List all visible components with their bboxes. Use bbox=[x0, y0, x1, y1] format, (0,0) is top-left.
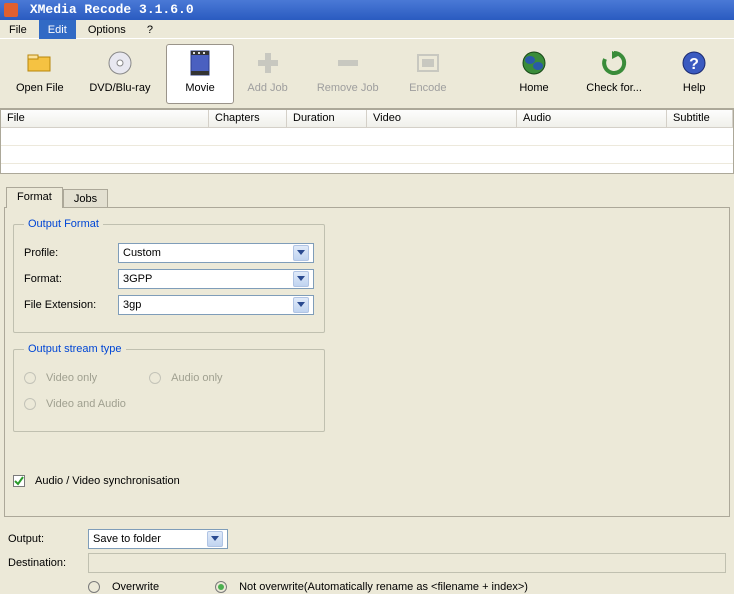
encode-button: Encode bbox=[394, 44, 462, 104]
refresh-icon bbox=[600, 49, 628, 77]
output-stream-legend: Output stream type bbox=[24, 343, 126, 355]
open-file-button[interactable]: Open File bbox=[6, 44, 74, 104]
chevron-down-icon bbox=[293, 245, 309, 261]
chevron-down-icon bbox=[207, 531, 223, 547]
format-combo[interactable]: 3GPP bbox=[118, 269, 314, 289]
menu-file[interactable]: File bbox=[0, 20, 36, 39]
video-only-radio bbox=[24, 372, 36, 384]
help-icon: ? bbox=[680, 49, 708, 77]
tab-body: Output Format Profile: Custom Format: 3G… bbox=[4, 207, 730, 517]
disc-icon bbox=[106, 49, 134, 77]
audio-only-label: Audio only bbox=[171, 372, 222, 384]
globe-icon bbox=[520, 49, 548, 77]
profile-combo[interactable]: Custom bbox=[118, 243, 314, 263]
bottom-panel: Output: Save to folder Destination: Over… bbox=[0, 517, 734, 594]
video-audio-radio bbox=[24, 398, 36, 410]
col-audio[interactable]: Audio bbox=[517, 110, 667, 127]
av-sync-label: Audio / Video synchronisation bbox=[35, 475, 180, 487]
file-list[interactable]: File Chapters Duration Video Audio Subti… bbox=[0, 109, 734, 174]
chevron-down-icon bbox=[293, 297, 309, 313]
col-file[interactable]: File bbox=[1, 110, 209, 127]
extension-label: File Extension: bbox=[24, 299, 112, 311]
destination-input[interactable] bbox=[88, 553, 726, 573]
check-update-button[interactable]: Check for... bbox=[568, 44, 661, 104]
tab-format[interactable]: Format bbox=[6, 187, 63, 208]
destination-label: Destination: bbox=[8, 557, 88, 569]
not-overwrite-label: Not overwrite(Automatically rename as <f… bbox=[239, 581, 528, 593]
video-audio-label: Video and Audio bbox=[46, 398, 126, 410]
output-label: Output: bbox=[8, 533, 88, 545]
home-button[interactable]: Home bbox=[500, 44, 568, 104]
menu-help[interactable]: ? bbox=[138, 20, 162, 39]
audio-only-radio bbox=[149, 372, 161, 384]
plus-icon bbox=[254, 49, 282, 77]
movie-icon bbox=[186, 49, 214, 77]
chevron-down-icon bbox=[293, 271, 309, 287]
col-video[interactable]: Video bbox=[367, 110, 517, 127]
toolbar: Open File DVD/Blu-ray Movie Add Job Remo… bbox=[0, 39, 734, 109]
list-row bbox=[1, 146, 733, 164]
help-button[interactable]: ? Help bbox=[660, 44, 728, 104]
col-chapters[interactable]: Chapters bbox=[209, 110, 287, 127]
extension-combo[interactable]: 3gp bbox=[118, 295, 314, 315]
title-bar: XMedia Recode 3.1.6.0 bbox=[0, 0, 734, 20]
menu-edit[interactable]: Edit bbox=[39, 20, 76, 39]
col-duration[interactable]: Duration bbox=[287, 110, 367, 127]
list-row bbox=[1, 128, 733, 146]
profile-label: Profile: bbox=[24, 247, 112, 259]
minus-icon bbox=[334, 49, 362, 77]
file-list-header: File Chapters Duration Video Audio Subti… bbox=[1, 110, 733, 128]
format-label: Format: bbox=[24, 273, 112, 285]
tab-strip: Format Jobs bbox=[6, 186, 734, 207]
output-stream-group: Output stream type Video only Audio only… bbox=[13, 343, 325, 432]
movie-button[interactable]: Movie bbox=[166, 44, 234, 104]
av-sync-checkbox[interactable] bbox=[13, 475, 25, 487]
not-overwrite-radio[interactable] bbox=[215, 581, 227, 593]
output-format-legend: Output Format bbox=[24, 218, 103, 230]
app-icon bbox=[4, 3, 18, 17]
dvd-bluray-button[interactable]: DVD/Blu-ray bbox=[74, 44, 167, 104]
open-file-icon bbox=[26, 49, 54, 77]
output-format-group: Output Format Profile: Custom Format: 3G… bbox=[13, 218, 325, 333]
col-subtitle[interactable]: Subtitle bbox=[667, 110, 733, 127]
menu-bar: File Edit Options ? bbox=[0, 20, 734, 39]
menu-options[interactable]: Options bbox=[79, 20, 135, 39]
encode-icon bbox=[414, 49, 442, 77]
tab-jobs[interactable]: Jobs bbox=[63, 189, 108, 208]
video-only-label: Video only bbox=[46, 372, 97, 384]
overwrite-radio[interactable] bbox=[88, 581, 100, 593]
output-combo[interactable]: Save to folder bbox=[88, 529, 228, 549]
remove-job-button: Remove Job bbox=[301, 44, 394, 104]
overwrite-label: Overwrite bbox=[112, 581, 159, 593]
svg-text:?: ? bbox=[689, 56, 699, 73]
app-title: XMedia Recode 3.1.6.0 bbox=[30, 2, 194, 17]
add-job-button: Add Job bbox=[234, 44, 302, 104]
